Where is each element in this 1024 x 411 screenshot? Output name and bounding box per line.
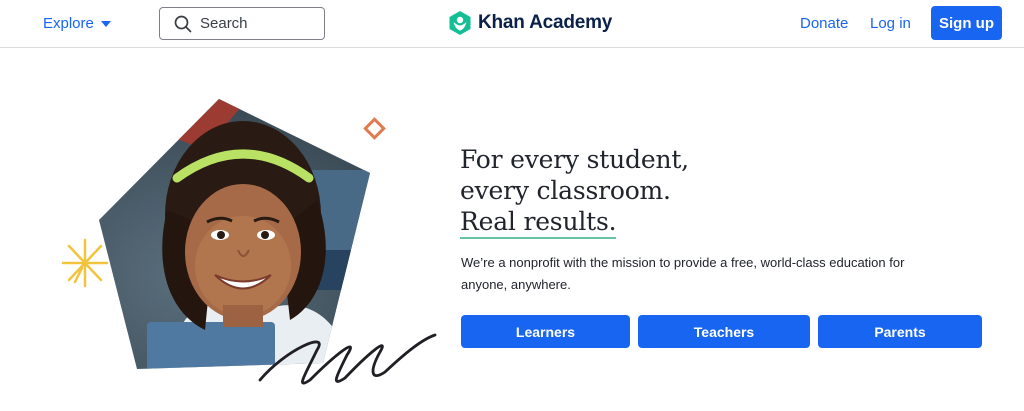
diamond-icon: [363, 117, 386, 140]
explore-label: Explore: [43, 14, 94, 32]
parents-button[interactable]: Parents: [818, 315, 982, 348]
mission-statement: We’re a nonprofit with the mission to pr…: [461, 255, 905, 292]
hero-headline: For every student, every classroom. Real…: [460, 144, 689, 239]
hero-illustration: [61, 99, 437, 385]
top-nav: Explore Search Khan Academy Donate Log i…: [0, 0, 1024, 48]
chevron-down-icon: [100, 20, 111, 27]
headline-line-1: For every student,: [460, 145, 689, 174]
teachers-button[interactable]: Teachers: [638, 315, 810, 348]
search-input[interactable]: Search: [159, 7, 325, 40]
student-photo: [99, 99, 370, 369]
learners-button[interactable]: Learners: [461, 315, 630, 348]
donate-link[interactable]: Donate: [800, 15, 848, 32]
sparkle-icon: [61, 238, 109, 288]
headline-line-3: Real results.: [460, 208, 617, 239]
login-link[interactable]: Log in: [870, 15, 911, 32]
signup-button[interactable]: Sign up: [931, 6, 1002, 40]
explore-menu[interactable]: Explore: [43, 14, 111, 32]
khan-logo-icon: [449, 11, 471, 35]
search-icon: [174, 15, 192, 32]
headline-line-2: every classroom.: [460, 176, 671, 205]
search-placeholder: Search: [200, 15, 248, 32]
site-logo[interactable]: Khan Academy: [449, 10, 612, 36]
logo-text: Khan Academy: [478, 12, 613, 33]
